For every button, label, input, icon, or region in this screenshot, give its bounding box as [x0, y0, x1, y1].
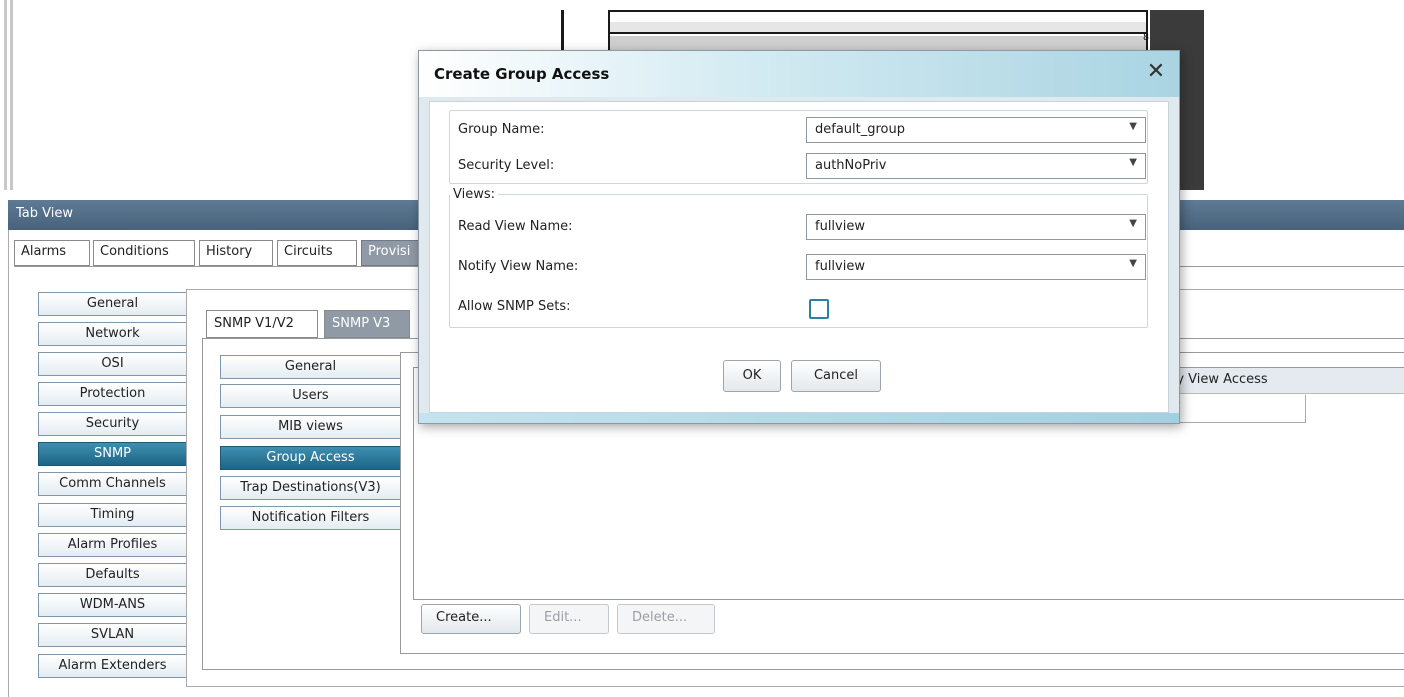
side-item-timing[interactable]: Timing: [38, 503, 186, 527]
views-legend: Views:: [450, 187, 499, 202]
chevron-down-icon: ▼: [1129, 218, 1137, 229]
side-item-alarm-extenders[interactable]: Alarm Extenders: [38, 654, 186, 678]
tab-snmp-v3[interactable]: SNMP V3: [324, 310, 410, 338]
side-item-alarm-profiles[interactable]: Alarm Profiles: [38, 533, 186, 557]
create-group-access-dialog: Create Group Access ✕ Group Name: defaul…: [418, 50, 1180, 424]
group-name-label: Group Name:: [458, 122, 545, 137]
notify-view-name-select[interactable]: fullview ▼: [806, 254, 1146, 280]
close-icon[interactable]: ✕: [1145, 60, 1167, 84]
sub-item-group-access[interactable]: Group Access: [220, 446, 400, 470]
tab-history[interactable]: History: [199, 240, 273, 266]
side-item-defaults[interactable]: Defaults: [38, 563, 186, 587]
side-item-snmp[interactable]: SNMP: [38, 442, 186, 466]
edit-button[interactable]: Edit...: [529, 604, 609, 634]
dialog-title-bar[interactable]: Create Group Access ✕: [419, 51, 1179, 97]
sub-item-users[interactable]: Users: [220, 384, 400, 408]
notify-view-name-label: Notify View Name:: [458, 259, 579, 274]
side-item-wdm-ans[interactable]: WDM-ANS: [38, 593, 186, 617]
tab-conditions[interactable]: Conditions: [93, 240, 195, 266]
table-header-notify-view-access[interactable]: fy View Access: [1170, 368, 1404, 394]
notify-view-name-value: fullview: [815, 259, 865, 274]
security-level-label: Security Level:: [458, 158, 555, 173]
dialog-bottom-strip: [419, 413, 1179, 423]
security-level-select[interactable]: authNoPriv ▼: [806, 153, 1146, 179]
tab-alarms[interactable]: Alarms: [14, 240, 90, 266]
sub-item-trap-destinations[interactable]: Trap Destinations(V3): [220, 476, 400, 500]
dialog-title: Create Group Access: [434, 65, 610, 83]
tab-circuits[interactable]: Circuits: [277, 240, 357, 266]
side-item-comm-channels[interactable]: Comm Channels: [38, 472, 186, 496]
tab-snmp-v1-v2[interactable]: SNMP V1/V2: [206, 310, 318, 338]
ok-button[interactable]: OK: [723, 360, 781, 392]
shelf-left-border: [4, 0, 7, 190]
chevron-down-icon: ▼: [1129, 157, 1137, 168]
side-item-security[interactable]: Security: [38, 412, 186, 436]
cancel-button[interactable]: Cancel: [791, 360, 881, 392]
side-item-svlan[interactable]: SVLAN: [38, 623, 186, 647]
delete-button[interactable]: Delete...: [617, 604, 715, 634]
read-view-name-value: fullview: [815, 219, 865, 234]
security-level-value: authNoPriv: [815, 158, 887, 173]
sub-item-notification-filters[interactable]: Notification Filters: [220, 506, 400, 530]
slot-number: 8: [1143, 32, 1150, 43]
sub-item-mib-views[interactable]: MIB views: [220, 415, 400, 439]
dialog-body: Group Name: default_group ▼ Security Lev…: [429, 101, 1169, 413]
group-name-value: default_group: [815, 122, 905, 137]
sub-item-general[interactable]: General: [220, 355, 400, 379]
shelf-card-stripe: [610, 22, 1146, 34]
side-item-osi[interactable]: OSI: [38, 352, 186, 376]
allow-snmp-sets-checkbox[interactable]: [809, 299, 829, 319]
allow-snmp-sets-label: Allow SNMP Sets:: [458, 299, 571, 314]
side-item-protection[interactable]: Protection: [38, 382, 186, 406]
read-view-name-label: Read View Name:: [458, 219, 573, 234]
group-name-select[interactable]: default_group ▼: [806, 117, 1146, 143]
tab-view-title: Tab View: [16, 206, 73, 221]
side-item-general[interactable]: General: [38, 292, 186, 316]
shelf-left-border-inner: [10, 0, 13, 190]
create-button[interactable]: Create...: [421, 604, 521, 634]
chevron-down-icon: ▼: [1129, 121, 1137, 132]
table-cell[interactable]: v: [1170, 395, 1306, 423]
read-view-name-select[interactable]: fullview ▼: [806, 214, 1146, 240]
chevron-down-icon: ▼: [1129, 258, 1137, 269]
tab-provisioning[interactable]: Provisi: [361, 240, 421, 266]
side-item-network[interactable]: Network: [38, 322, 186, 346]
